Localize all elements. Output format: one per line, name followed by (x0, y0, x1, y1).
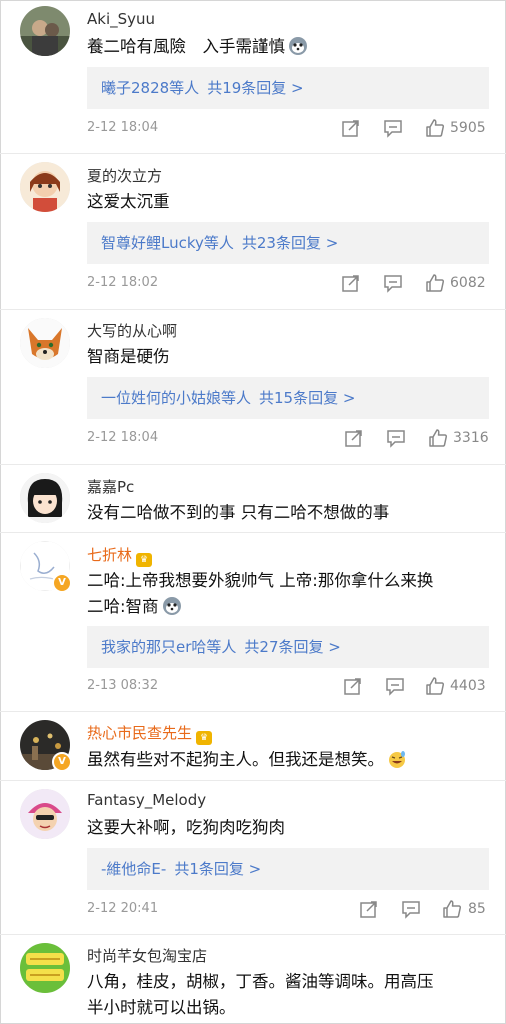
reply-summary[interactable]: 一位姓何的小姑娘等人 共15条回复 > (87, 377, 489, 419)
comment-line: 智商是硬伤 (87, 347, 170, 366)
like-count: 3316 (453, 430, 489, 446)
avatar[interactable] (20, 473, 70, 523)
divider (0, 780, 506, 781)
like-count: 6082 (450, 275, 486, 291)
reply-summary[interactable]: 我家的那只er哈等人 共27条回复 > (87, 626, 489, 668)
comment-date: 2-12 20:41 (87, 901, 159, 916)
comment-line: 虽然有些对不起狗主人。但我还是想笑。 (87, 750, 384, 769)
comment-meta: 2-12 18:02 6082 (87, 273, 489, 295)
comment-text: 養二哈有風險 入手需謹慎 (87, 34, 308, 60)
avatar[interactable] (20, 318, 70, 368)
verified-badge: V (52, 752, 72, 772)
comment-line: 八角，桂皮，胡椒，丁香。酱油等调味。用高压 (87, 972, 434, 991)
share-icon[interactable] (359, 899, 379, 919)
comment-line-2: 二哈:智商 (87, 594, 433, 620)
vip-crown-icon: ♛ (196, 731, 213, 745)
share-icon[interactable] (341, 273, 361, 293)
divider (0, 934, 506, 935)
comment-icon[interactable] (385, 676, 405, 696)
comment-text: 八角，桂皮，胡椒，丁香。酱油等调味。用高压 半小时就可以出锅。 (87, 969, 434, 1021)
username[interactable]: 大写的从心啊 (87, 320, 177, 341)
comment-text: 智商是硬伤 (87, 344, 170, 370)
username[interactable]: 热心市民查先生 ♛ (87, 722, 213, 745)
comment-date: 2-12 18:02 (87, 275, 159, 290)
reply-summary[interactable]: -維他命E- 共1条回复 > (87, 848, 489, 890)
reply-users[interactable]: 一位姓何的小姑娘等人 (101, 389, 251, 407)
username-label[interactable]: 七折林 (87, 546, 132, 564)
username[interactable]: 七折林 ♛ (87, 544, 153, 567)
divider (0, 464, 506, 465)
reply-count[interactable]: 共27条回复 > (244, 638, 340, 656)
reply-summary[interactable]: 智尊好鲤Lucky等人 共23条回复 > (87, 222, 489, 264)
verified-badge: V (52, 573, 72, 593)
comment-text: 这爱太沉重 (87, 189, 170, 215)
comment-meta: 2-12 18:04 3316 (87, 428, 489, 450)
username-label[interactable]: 热心市民查先生 (87, 724, 192, 742)
comment-line: 没有二哈做不到的事 只有二哈不想做的事 (87, 503, 390, 522)
comment-icon[interactable] (401, 899, 421, 919)
share-icon[interactable] (344, 428, 364, 448)
reply-summary[interactable]: 曦子2828等人 共19条回复 > (87, 67, 489, 109)
username[interactable]: Fantasy_Melody (87, 791, 206, 809)
like-icon[interactable] (428, 428, 448, 448)
comment-icon[interactable] (386, 428, 406, 448)
reply-users[interactable]: 我家的那只er哈等人 (101, 638, 236, 656)
reply-users[interactable]: 曦子2828等人 (101, 79, 199, 97)
comment-text: 二哈:上帝我想要外貌帅气 上帝:那你拿什么来换 二哈:智商 (87, 568, 433, 620)
comment-line: 二哈:上帝我想要外貌帅气 上帝:那你拿什么来换 (87, 571, 434, 590)
husky-emoji (162, 597, 181, 615)
comment-line: 二哈:智商 (87, 597, 159, 616)
reply-count[interactable]: 共19条回复 > (207, 79, 303, 97)
avatar[interactable] (20, 162, 70, 212)
like-icon[interactable] (425, 273, 445, 293)
comment-meta: 2-12 20:41 85 (87, 899, 489, 921)
reply-users[interactable]: -維他命E- (101, 860, 166, 878)
comment-text: 这要大补啊，吃狗肉吃狗肉 (87, 815, 285, 841)
reply-count[interactable]: 共1条回复 > (174, 860, 261, 878)
avatar[interactable] (20, 789, 70, 839)
avatar[interactable] (20, 943, 70, 993)
divider (0, 153, 506, 154)
laugh-sweat-emoji (389, 751, 405, 768)
username[interactable]: 夏的次立方 (87, 165, 162, 186)
comment-date: 2-13 08:32 (87, 678, 159, 693)
divider (0, 309, 506, 310)
share-icon[interactable] (341, 118, 361, 138)
like-count: 4403 (450, 678, 486, 694)
divider (0, 711, 506, 712)
comment-date: 2-12 18:04 (87, 430, 159, 445)
comment-text: 虽然有些对不起狗主人。但我还是想笑。 (87, 747, 407, 773)
comment-icon[interactable] (383, 118, 403, 138)
husky-emoji (289, 37, 307, 55)
comment-icon[interactable] (383, 273, 403, 293)
vip-crown-icon: ♛ (136, 553, 153, 567)
comment-line: 这爱太沉重 (87, 192, 170, 211)
reply-count[interactable]: 共15条回复 > (259, 389, 355, 407)
comment-line: 半小时就可以出锅。 (87, 998, 236, 1017)
username[interactable]: Aki_Syuu (87, 10, 155, 28)
like-count: 85 (468, 901, 486, 917)
like-icon[interactable] (425, 676, 445, 696)
avatar[interactable] (20, 6, 70, 56)
like-icon[interactable] (442, 899, 462, 919)
comment-line: 養二哈有風險 入手需謹慎 (87, 37, 285, 56)
comment-text: 没有二哈做不到的事 只有二哈不想做的事 (87, 500, 389, 526)
comment-date: 2-12 18:04 (87, 120, 159, 135)
reply-count[interactable]: 共23条回复 > (242, 234, 338, 252)
comment-meta: 2-12 18:04 5905 (87, 118, 489, 140)
comment-line: 这要大补啊，吃狗肉吃狗肉 (87, 818, 285, 837)
username[interactable]: 嘉嘉Pc (87, 476, 134, 497)
comment-meta: 2-13 08:32 4403 (87, 676, 489, 698)
like-icon[interactable] (425, 118, 445, 138)
reply-users[interactable]: 智尊好鲤Lucky等人 (101, 234, 234, 252)
username[interactable]: 时尚芊女包淘宝店 (87, 945, 207, 966)
share-icon[interactable] (343, 676, 363, 696)
divider (0, 532, 506, 533)
like-count: 5905 (450, 120, 486, 136)
